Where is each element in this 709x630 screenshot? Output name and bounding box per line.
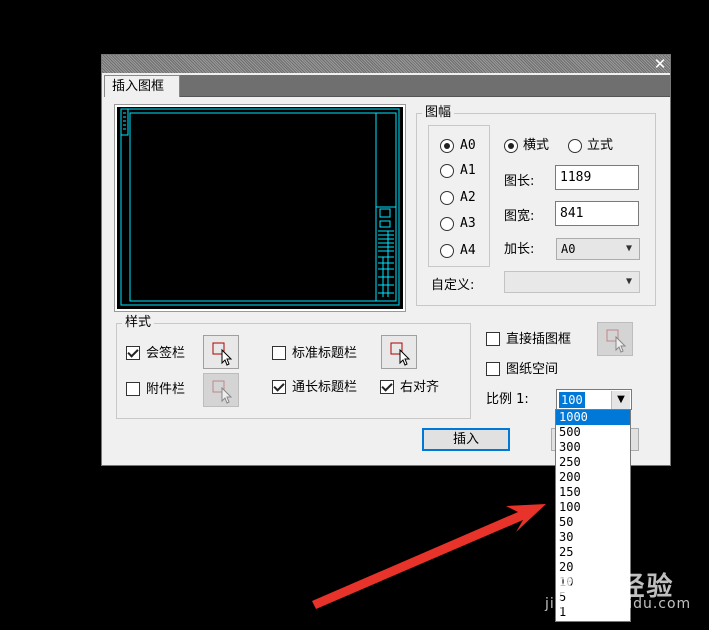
- watermark-url: jingyan.baidu.com: [545, 596, 692, 612]
- red-arrow-icon: [312, 504, 546, 609]
- watermark: Bai 经验 jingyan.baidu.com: [545, 560, 705, 622]
- annotation-arrow: [312, 504, 546, 609]
